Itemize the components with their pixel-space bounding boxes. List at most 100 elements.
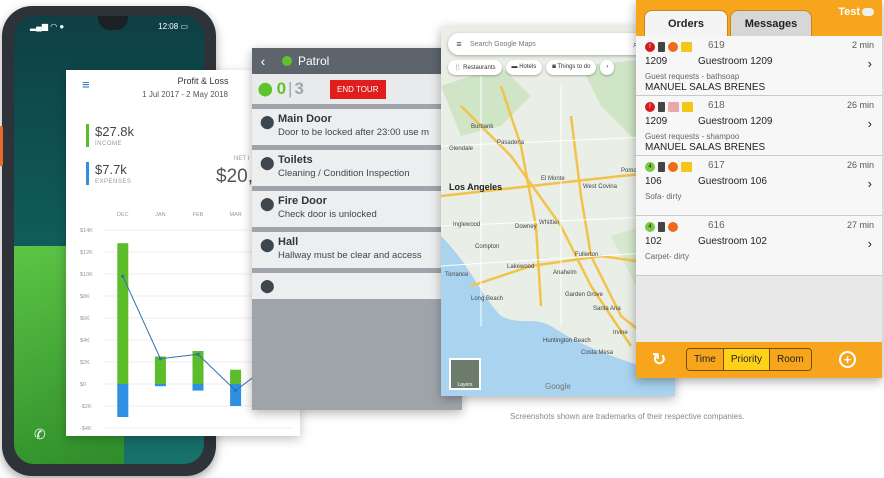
y-tick-label: -$4K bbox=[80, 426, 92, 432]
chevron-right-icon[interactable]: › bbox=[868, 176, 872, 191]
checkpoint-instruction: Check door is unlocked bbox=[278, 209, 377, 220]
room-name: Guestroom 1209 bbox=[698, 56, 773, 67]
room-name: Guestroom 1209 bbox=[698, 116, 773, 127]
maps-search-bar[interactable]: ≡ Search Google Maps ⌕ bbox=[448, 33, 668, 55]
location-pin-icon: ⬤ bbox=[260, 114, 275, 129]
checkpoint-hall[interactable]: ⬤ Hall Hallway must be clear and access bbox=[252, 232, 462, 268]
priority-badge: 4 bbox=[645, 162, 655, 172]
order-age: 27 min bbox=[846, 220, 874, 230]
checkpoint-toilets[interactable]: ⬤ Toilets Cleaning / Condition Inspectio… bbox=[252, 150, 462, 186]
layers-button[interactable]: Layers bbox=[449, 358, 481, 390]
order-age: 2 min bbox=[851, 40, 874, 50]
income-bar bbox=[230, 369, 242, 384]
sort-priority-button[interactable]: Priority bbox=[723, 349, 770, 370]
expenses-label: EXPENSES bbox=[95, 179, 132, 185]
order-number: 616 bbox=[708, 220, 725, 231]
priority-badge: 4 bbox=[645, 222, 655, 232]
location-pin-icon: ⬤ bbox=[260, 278, 275, 293]
map-label: Burbank bbox=[471, 124, 494, 130]
map-label: Inglewood bbox=[453, 222, 481, 228]
map-label: Los Angeles bbox=[449, 182, 503, 192]
room-number: 102 bbox=[645, 236, 662, 247]
chevron-right-icon[interactable]: › bbox=[868, 236, 872, 251]
map-label: Long Beach bbox=[471, 296, 504, 302]
chevron-right-icon[interactable]: › bbox=[868, 56, 872, 71]
phone-side-button bbox=[0, 126, 3, 166]
chip-things-to-do[interactable]: ◙ Things to do bbox=[546, 60, 597, 75]
expenses-value: $7.7k bbox=[95, 162, 127, 177]
test-toggle[interactable]: Test bbox=[838, 6, 874, 18]
order-status-icons: ! bbox=[645, 42, 692, 52]
tab-messages[interactable]: Messages bbox=[730, 10, 812, 36]
sort-room-button[interactable]: Room bbox=[769, 349, 811, 370]
income-summary: $27.8k INCOME bbox=[86, 124, 134, 147]
chip-hotels[interactable]: ▬ Hotels bbox=[505, 60, 543, 75]
x-tick-label: FEB bbox=[193, 212, 204, 218]
date-range[interactable]: 1 Jul 2017 - 2 May 2018 bbox=[142, 90, 228, 99]
chip-more[interactable]: › bbox=[600, 60, 615, 75]
checkpoint-counter: ⬤ 0 | 3 bbox=[252, 79, 328, 99]
room-number: 1209 bbox=[645, 56, 668, 67]
checkpoint-title: Toilets bbox=[278, 154, 313, 166]
y-tick-label: $12K bbox=[80, 250, 93, 256]
tab-orders[interactable]: Orders bbox=[644, 10, 728, 36]
end-tour-button[interactable]: END TOUR bbox=[330, 79, 386, 99]
amenity-icon bbox=[681, 42, 692, 52]
map-label: Costa Mesa bbox=[581, 350, 614, 356]
orders-header: Orders Messages Test bbox=[636, 0, 882, 36]
signal-wifi-location-icons: ▂▄▆ ◠ ● bbox=[30, 22, 65, 31]
order-note: Sofa- dirty bbox=[645, 192, 682, 201]
checkpoint-title: Hall bbox=[278, 236, 299, 248]
expenses-summary: $7.7k EXPENSES bbox=[86, 162, 131, 185]
map-label: Torrance bbox=[445, 272, 469, 278]
add-order-icon[interactable]: + bbox=[839, 351, 856, 368]
order-number: 617 bbox=[708, 160, 725, 171]
order-row[interactable]: ! 618 26 min 1209 Guestroom 1209 › Guest… bbox=[636, 96, 882, 156]
order-status-icons: 4 bbox=[645, 222, 678, 232]
expense-bar bbox=[117, 384, 129, 417]
order-number: 619 bbox=[708, 40, 725, 51]
phone-call-icon[interactable]: ✆ bbox=[34, 426, 52, 444]
amenity-icon bbox=[681, 162, 692, 172]
x-tick-label: DEC bbox=[117, 212, 129, 218]
toggle-switch-icon[interactable] bbox=[862, 8, 874, 17]
y-tick-label: $2K bbox=[80, 360, 90, 366]
order-number: 618 bbox=[708, 100, 725, 111]
map-label: Whittier bbox=[539, 220, 560, 226]
order-row[interactable]: ! 619 2 min 1209 Guestroom 1209 › Guest … bbox=[636, 36, 882, 96]
map-label: Garden Grove bbox=[565, 292, 604, 298]
chevron-right-icon[interactable]: › bbox=[868, 116, 872, 131]
chip-restaurants[interactable]: 🍴 Restaurants bbox=[448, 60, 502, 75]
checkpoint-main-door[interactable]: ⬤ Main Door Door to be locked after 23:0… bbox=[252, 109, 462, 145]
maps-search-input[interactable]: Search Google Maps bbox=[470, 41, 633, 48]
net-point bbox=[196, 352, 200, 356]
order-row[interactable]: 4 616 27 min 102 Guestroom 102 › Carpet-… bbox=[636, 216, 882, 276]
income-value: $27.8k bbox=[95, 124, 135, 139]
hourglass-icon bbox=[658, 42, 665, 52]
y-tick-label: $0 bbox=[80, 382, 86, 388]
order-note: Guest requests - bathsoap bbox=[645, 72, 740, 81]
checkpoint-fire-door[interactable]: ⬤ Fire Door Check door is unlocked bbox=[252, 191, 462, 227]
checkpoints-done: 0 bbox=[276, 79, 287, 98]
sort-time-button[interactable]: Time bbox=[687, 349, 724, 370]
hourglass-icon bbox=[658, 102, 665, 112]
counter-separator: | bbox=[288, 79, 293, 98]
guest-name: MANUEL SALAS BRENES bbox=[645, 82, 766, 93]
map-label: Pasadena bbox=[497, 140, 525, 146]
trademark-caption: Screenshots shown are trademarks of thei… bbox=[510, 412, 745, 421]
hourglass-icon bbox=[658, 162, 665, 172]
refresh-icon[interactable]: ↻ bbox=[652, 350, 666, 370]
restaurant-icon: 🍴 bbox=[454, 65, 462, 71]
map-label: Compton bbox=[475, 244, 500, 250]
order-row[interactable]: 4 617 26 min 106 Guestroom 106 › Sofa- d… bbox=[636, 156, 882, 216]
orders-footer: ↻ Time Priority Room + bbox=[636, 342, 882, 378]
checkpoint-empty[interactable]: ⬤ bbox=[252, 273, 462, 299]
location-pin-icon: ⬤ bbox=[260, 155, 275, 170]
bed-icon bbox=[668, 102, 679, 112]
x-tick-label: MAR bbox=[229, 212, 241, 218]
google-logo: Google bbox=[545, 382, 571, 391]
status-time: 12:08 ▭ bbox=[158, 22, 188, 31]
menu-icon[interactable]: ≡ bbox=[448, 39, 470, 49]
back-arrow-icon[interactable]: ‹ bbox=[252, 53, 274, 69]
room-name: Guestroom 102 bbox=[698, 236, 767, 247]
